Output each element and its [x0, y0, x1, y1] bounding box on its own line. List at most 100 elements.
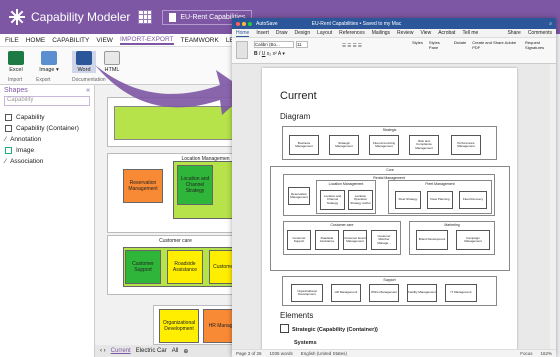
- menu-home[interactable]: HOME: [26, 37, 46, 44]
- styles-button[interactable]: Styles: [412, 40, 423, 50]
- word-tab-acrobat[interactable]: Acrobat: [438, 30, 455, 36]
- systems-heading: Systems: [294, 340, 317, 346]
- excel-button[interactable]: Excel: [4, 51, 28, 73]
- diagram-box: Facility Management: [407, 284, 437, 302]
- canvas-box-reservation[interactable]: Reservation Management: [123, 169, 163, 203]
- image-button[interactable]: Image ▾: [34, 51, 64, 73]
- diagram-box: Customer Event Management: [343, 230, 367, 250]
- menu-capability[interactable]: CAPABILITY: [52, 37, 89, 44]
- shape-capability[interactable]: Capability: [0, 112, 94, 123]
- focus-button[interactable]: Focus: [520, 351, 532, 356]
- word-tab-view[interactable]: View: [420, 30, 431, 36]
- canvas-box-org-dev[interactable]: Organizational Development: [159, 309, 199, 343]
- word-tab-mailings[interactable]: Mailings: [372, 30, 390, 36]
- word-ribbon: Calibri (Bo... 11 B I U x₂ x² A ▾ ☰ ☰ ☰ …: [232, 38, 556, 64]
- strategic-heading: Strategic (Capability (Container)): [292, 327, 378, 333]
- shape-label: Capability: [16, 114, 45, 121]
- word-status-bar: Page 3 of 26 1035 words English (United …: [232, 349, 556, 357]
- shapes-panel: Shapes « Capability Capability Capabilit…: [0, 85, 95, 357]
- word-tab-tell-me[interactable]: Tell me: [462, 30, 478, 36]
- diagram-box: Performance Management: [451, 135, 481, 155]
- canvas-box-location-channel[interactable]: Location and Channel Strategy: [177, 165, 213, 205]
- location-label: Location Management: [328, 182, 364, 186]
- zoom-level[interactable]: 162%: [540, 351, 552, 356]
- language[interactable]: English (United States): [301, 351, 347, 356]
- shape-association[interactable]: ⁄ Association: [0, 156, 94, 167]
- diagram-marketing: Marketing Brand Development Campaign Man…: [409, 221, 495, 255]
- diagram-box: Fleet Planning: [427, 191, 453, 209]
- tab-all[interactable]: All: [172, 348, 179, 354]
- shapes-filter[interactable]: Capability: [4, 96, 90, 106]
- prev-page-icon[interactable]: ‹ ›: [100, 348, 106, 354]
- format-buttons[interactable]: B I U x₂ x² A ▾: [254, 51, 285, 57]
- diagram-box: Fleet Strategy: [395, 191, 421, 209]
- canvas-box-customer-support[interactable]: Customer Support: [125, 250, 161, 284]
- word-tab-references[interactable]: References: [339, 30, 365, 36]
- diagram-box: Customer Member Manage...: [371, 230, 397, 250]
- diagram-box: Reservation Management: [288, 187, 310, 205]
- export-arrow-icon: [95, 65, 248, 115]
- create-pdf-button[interactable]: Create and Share Adobe PDF: [472, 40, 519, 50]
- word-tab-home[interactable]: Home: [236, 30, 250, 37]
- diagram-box: Office Management: [369, 284, 399, 302]
- diagram-fleet: Fleet Management Fleet Strategy Fleet Pl…: [388, 180, 492, 214]
- diagram-box: Fleet Recovery: [459, 191, 487, 209]
- diagram-box: Roadside Assistance: [315, 230, 339, 250]
- canvas-box-roadside[interactable]: Roadside Assistance: [167, 250, 203, 284]
- dictate-button[interactable]: Dictate: [454, 40, 466, 50]
- shape-capability-container[interactable]: Capability (Container): [0, 123, 94, 134]
- word-count: 1035 words: [269, 351, 293, 356]
- diagram-customer-care: Customer care Customer Support Roadside …: [283, 221, 401, 255]
- doc-title: Current: [280, 90, 317, 102]
- word-tabs: Home Insert Draw Design Layout Reference…: [232, 29, 556, 38]
- request-signatures-button[interactable]: Request Signatures: [525, 40, 556, 50]
- app-grid-icon[interactable]: [138, 10, 153, 24]
- document-page[interactable]: Current Diagram Strategic Business Manag…: [262, 68, 517, 353]
- marketing-label: Marketing: [444, 223, 460, 227]
- diagram-canvas[interactable]: Location Managemen Reservation Managemen…: [95, 85, 250, 345]
- tab-electric-car[interactable]: Electric Car: [136, 348, 167, 354]
- search-icon[interactable]: ⌕: [549, 21, 552, 27]
- document-area: Current Diagram Strategic Business Manag…: [232, 64, 556, 353]
- menu-file[interactable]: FILE: [5, 37, 19, 44]
- word-tab-insert[interactable]: Insert: [256, 30, 269, 36]
- vertical-scrollbar[interactable]: [550, 64, 556, 349]
- shape-label: Annotation: [10, 136, 42, 143]
- diagram-box: Risk and Compliance Management: [409, 135, 439, 155]
- close-icon[interactable]: [236, 21, 240, 26]
- add-page-icon[interactable]: ⊕: [183, 348, 188, 355]
- group-import: Import: [8, 77, 23, 83]
- word-tab-design[interactable]: Design: [295, 30, 311, 36]
- comments-button[interactable]: Comments: [528, 30, 552, 36]
- diagram-location: Location Management Location and Channel…: [316, 180, 376, 214]
- container-icon: [5, 125, 12, 132]
- share-button[interactable]: Share: [507, 30, 520, 36]
- diagram-box: Location Operation Strategy and/or: [348, 190, 373, 210]
- paste-icon[interactable]: [236, 41, 248, 59]
- strategic-label: Strategic: [382, 128, 397, 132]
- font-size-field[interactable]: 11: [296, 41, 308, 48]
- image-icon: [41, 51, 57, 65]
- styles-pane-button[interactable]: Styles Pane: [429, 40, 448, 50]
- image-label: Image: [39, 67, 55, 73]
- paragraph-buttons[interactable]: ☰ ☰ ☰ ☰: [342, 43, 382, 57]
- word-tab-review[interactable]: Review: [397, 30, 413, 36]
- tab-current[interactable]: Current: [111, 348, 131, 354]
- shape-annotation[interactable]: ⁄ Annotation: [0, 134, 94, 145]
- autosave-label[interactable]: AutoSave: [256, 21, 278, 27]
- word-tab-layout[interactable]: Layout: [317, 30, 332, 36]
- diagram-box: Strategic Management: [329, 135, 359, 155]
- group-export: Export: [36, 77, 51, 83]
- zoom-icon[interactable]: [248, 21, 252, 26]
- diagram-box: IT Management: [445, 284, 477, 302]
- shape-image[interactable]: Image: [0, 145, 94, 156]
- diagram-rental: Rental Management Reservation Management…: [283, 174, 495, 216]
- font-name-field[interactable]: Calibri (Bo...: [254, 41, 294, 48]
- diagram-box: Customer Support: [287, 230, 311, 250]
- elements-heading: Elements: [280, 311, 314, 320]
- container-icon: [280, 324, 289, 333]
- minimize-icon[interactable]: [242, 21, 246, 26]
- association-icon: ⁄: [5, 158, 7, 165]
- word-tab-draw[interactable]: Draw: [276, 30, 288, 36]
- diagram-box: Brand Development: [416, 230, 448, 250]
